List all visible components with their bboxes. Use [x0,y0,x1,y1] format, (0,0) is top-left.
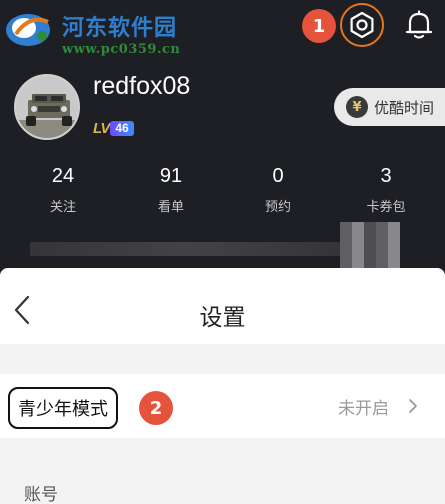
level-prefix: LV [93,119,110,137]
watermark-url: www.pc0359.cn [62,42,181,57]
youku-time-label: 优酷时间 [374,98,435,117]
step-marker-2: 2 [139,391,173,425]
stat-label: 预约 [264,200,291,215]
settings-panel: 设置 青少年模式 未开启 账号 [0,268,445,504]
youth-mode-status: 未开启 [338,399,389,419]
stat-value: 91 [159,165,183,187]
level-number: 46 [110,120,134,136]
section-header-account: 账号 [24,485,58,504]
watermark: 河东软件园 www.pc0359.cn [4,4,204,64]
gear-icon [350,11,374,39]
coin-icon: ¥ [346,96,368,118]
youku-time-button[interactable]: ¥ 优酷时间 [334,88,445,126]
chevron-right-icon [409,399,417,413]
profile-stats: 24 关注 91 看单 0 预约 3 卡券包 [0,165,445,225]
username: redfox08 [93,72,191,100]
level-badge: LV 46 [93,119,134,137]
settings-header: 设置 [0,268,445,344]
stat-label: 关注 [49,200,76,215]
avatar-vehicle-image [16,76,78,138]
settings-button[interactable] [340,3,384,47]
notifications-button[interactable] [400,6,438,44]
stat-value: 3 [380,165,392,187]
profile-header: 河东软件园 www.pc0359.cn 1 redfox08 LV 46 ¥ 优… [0,0,445,270]
stat-label: 卡券包 [366,200,406,215]
page-title: 设置 [199,305,246,331]
watermark-title: 河东软件园 [62,15,178,41]
youth-mode-row[interactable]: 青少年模式 未开启 [0,374,445,438]
stat-reservations[interactable]: 0 预约 [238,165,318,215]
watermark-logo-icon [6,14,50,46]
stat-label: 看单 [157,200,184,215]
stat-value: 0 [272,165,284,187]
stat-following[interactable]: 24 关注 [23,165,103,215]
stat-value: 24 [51,165,75,187]
youth-mode-label: 青少年模式 [8,387,118,429]
stat-watchlist[interactable]: 91 看单 [131,165,211,215]
bell-icon [405,10,433,39]
blurred-banner [30,242,340,256]
mosaic-overlay [340,222,400,268]
step-marker-1: 1 [302,9,336,43]
avatar[interactable] [14,74,80,140]
stat-coupons[interactable]: 3 卡券包 [346,165,426,215]
